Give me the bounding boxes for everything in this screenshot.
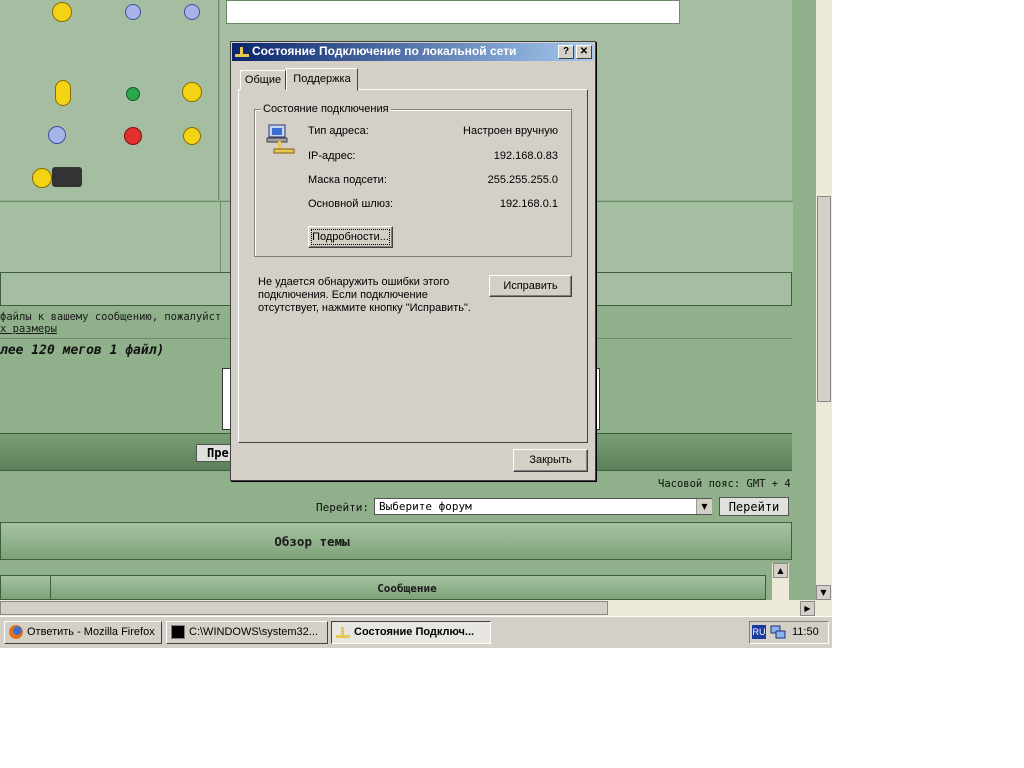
ip-address-value: 192.168.0.83 (493, 150, 558, 162)
column-divider (50, 575, 51, 600)
network-icon (336, 627, 350, 638)
scroll-right-icon[interactable]: ▶ (800, 601, 815, 616)
network-tray-icon[interactable] (770, 624, 786, 640)
smiley-icon[interactable] (183, 127, 201, 145)
scroll-up-icon[interactable]: ▲ (773, 563, 788, 578)
network-computers-icon (266, 124, 295, 154)
chevron-down-icon[interactable]: ▼ (696, 499, 712, 514)
page-vertical-thumb[interactable] (817, 196, 831, 402)
options-row-left (0, 201, 220, 272)
smiley-icon[interactable] (184, 4, 200, 20)
taskbar-item-firefox[interactable]: Ответить - Mozilla Firefox (4, 621, 162, 644)
console-icon (171, 625, 185, 639)
smiley-icon[interactable] (182, 82, 202, 102)
taskbar-item-console[interactable]: C:\WINDOWS\system32... (166, 621, 328, 644)
smiley-icon[interactable] (55, 80, 71, 106)
goto-button[interactable]: Перейти (719, 497, 789, 516)
smiley-icon[interactable] (52, 2, 72, 22)
smiley-icon[interactable] (124, 127, 142, 145)
tab-general[interactable]: Общие (240, 70, 286, 90)
scroll-down-icon[interactable]: ▼ (816, 585, 831, 600)
network-icon (235, 47, 249, 57)
address-type-value: Настроен вручную (463, 125, 558, 137)
smiley-icon[interactable] (32, 168, 52, 188)
clock: 11:50 (792, 626, 819, 638)
topic-overview-title: Обзор темы (274, 534, 350, 549)
repair-button[interactable]: Исправить (489, 275, 572, 297)
timezone-text: Часовой пояс: GMT + 4 (658, 478, 791, 490)
subnet-mask-label: Маска подсети: (308, 174, 387, 186)
close-button[interactable]: Закрыть (513, 449, 588, 472)
message-textarea[interactable] (226, 0, 680, 24)
file-size-note: лее 120 мегов 1 файл) (0, 343, 165, 358)
gateway-label: Основной шлюз: (308, 198, 394, 210)
help-button[interactable]: ? (558, 45, 574, 59)
group-title: Состояние подключения (261, 103, 391, 115)
details-button[interactable]: Подробности... (308, 226, 393, 248)
forum-select[interactable]: Выберите форум (374, 498, 712, 515)
address-type-label: Тип адреса: (308, 125, 369, 137)
goto-label: Перейти: (316, 501, 369, 514)
close-icon[interactable]: ✕ (576, 45, 592, 59)
repair-description: Не удается обнаружить ошибки этого подкл… (258, 276, 471, 314)
taskbar-item-network-status[interactable]: Состояние Подключ... (331, 621, 491, 644)
smiley-icon[interactable] (48, 126, 66, 144)
tab-support[interactable]: Поддержка (286, 68, 358, 91)
firefox-icon (9, 625, 23, 639)
gateway-value: 192.168.0.1 (499, 198, 558, 210)
attach-instructions: файлы к вашему сообщению, пожалуйст (0, 311, 222, 323)
attach-size-link[interactable]: х размеры (0, 323, 57, 335)
message-column-header: Сообщение (377, 582, 437, 595)
language-indicator[interactable]: RU (752, 625, 766, 639)
subnet-mask-value: 255.255.255.0 (487, 174, 558, 186)
smiley-panel (0, 0, 219, 200)
smiley-icon[interactable] (126, 87, 140, 101)
smiley-icon[interactable] (125, 4, 141, 20)
page-horizontal-thumb[interactable] (0, 601, 608, 615)
ip-address-label: IP-адрес: (308, 150, 356, 162)
accordion-icon[interactable] (52, 167, 82, 187)
dialog-title: Состояние Подключение по локальной сети (252, 44, 517, 58)
